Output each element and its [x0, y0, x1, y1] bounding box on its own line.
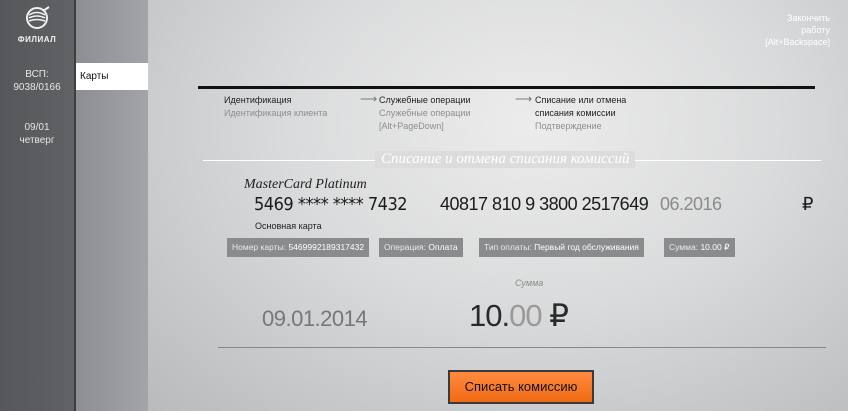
sum-label: Сумма — [515, 278, 544, 288]
step-identification[interactable]: Идентификация Идентификация клиента — [224, 94, 327, 120]
left-sidebar: ФИЛИАЛ ВСП: 9038/0166 09/01 четверг — [0, 0, 74, 411]
main-panel: Закончить работу [Alt+Backspace] Идентиф… — [148, 0, 848, 411]
chip-label: Тип оплаты: — [484, 242, 532, 252]
chip-amount: Сумма: 10.00 ₽ — [664, 238, 735, 257]
weekday-value: четверг — [19, 135, 55, 146]
amount-value: 10.00 ₽ — [469, 298, 569, 334]
chip-payment-type: Тип оплаты: Первый год обслуживания — [479, 238, 644, 257]
chip-value: 5469992189317432 — [288, 242, 365, 252]
finish-line-1: Закончить — [787, 13, 830, 23]
step-subtitle: Идентификация клиента — [224, 108, 328, 118]
vsp-info: ВСП: 9038/0166 — [0, 68, 74, 94]
finish-line-2: работу — [801, 25, 830, 35]
finish-work-button[interactable]: Закончить работу [Alt+Backspace] — [765, 12, 830, 48]
date-value: 09/01 — [24, 122, 50, 133]
charge-commission-button[interactable]: Списать комиссию — [448, 370, 594, 404]
bottom-divider — [218, 347, 826, 348]
chip-operation: Операция: Оплата — [379, 238, 463, 257]
chip-value: 10.00 ₽ — [700, 242, 730, 252]
account-number: 40817 810 9 3800 2517649 — [440, 194, 649, 214]
amount-int: 10. — [469, 298, 510, 333]
step-title: Служебные операции — [379, 95, 471, 105]
bank-logo-icon — [26, 6, 50, 29]
chip-label: Номер карты: — [232, 242, 287, 252]
chip-label: Операция: — [384, 242, 426, 252]
steps-top-line — [198, 86, 815, 89]
chip-value: Первый год обслуживания — [534, 242, 639, 252]
branch-label: ФИЛИАЛ — [17, 35, 57, 44]
card-kind: Основная карта — [255, 221, 322, 231]
step-subtitle: Служебные операции — [379, 108, 471, 118]
arrow-right-icon: ⟶ — [360, 92, 378, 106]
finish-shortcut: [Alt+Backspace] — [765, 37, 830, 47]
arrow-right-icon: ⟶ — [515, 92, 533, 106]
operation-date: 09.01.2014 — [262, 306, 368, 331]
amount-currency: ₽ — [541, 298, 569, 333]
vsp-label: ВСП: — [25, 69, 49, 80]
card-type: MasterCard Platinum — [244, 177, 367, 192]
currency-symbol: ₽ — [802, 194, 814, 214]
section-title: Списание и отмена списания комиссий — [375, 151, 636, 168]
step-title: Идентификация — [224, 95, 292, 105]
card-expiry: 06.2016 — [660, 194, 722, 214]
chip-card-number: Номер карты: 5469992189317432 — [227, 238, 370, 257]
amount-fraction: 00 — [509, 298, 542, 333]
step-service-operations[interactable]: Служебные операции Служебные операции [A… — [379, 94, 470, 133]
step-shortcut: [Alt+PageDown] — [379, 121, 444, 131]
step-title-2: списания комиссии — [535, 108, 616, 118]
card-number: 5469 **** **** 7432 — [254, 194, 408, 215]
chip-label: Сумма: — [669, 242, 699, 252]
step-title: Списание или отмена — [535, 95, 627, 105]
nav-column — [76, 0, 148, 411]
step-commission: Списание или отмена списания комиссии По… — [535, 94, 626, 133]
vsp-value: 9038/0166 — [13, 82, 61, 93]
current-date: 09/01 четверг — [0, 121, 74, 147]
step-subtitle: Подтверждение — [535, 121, 602, 131]
chip-value: Оплата — [428, 242, 458, 252]
